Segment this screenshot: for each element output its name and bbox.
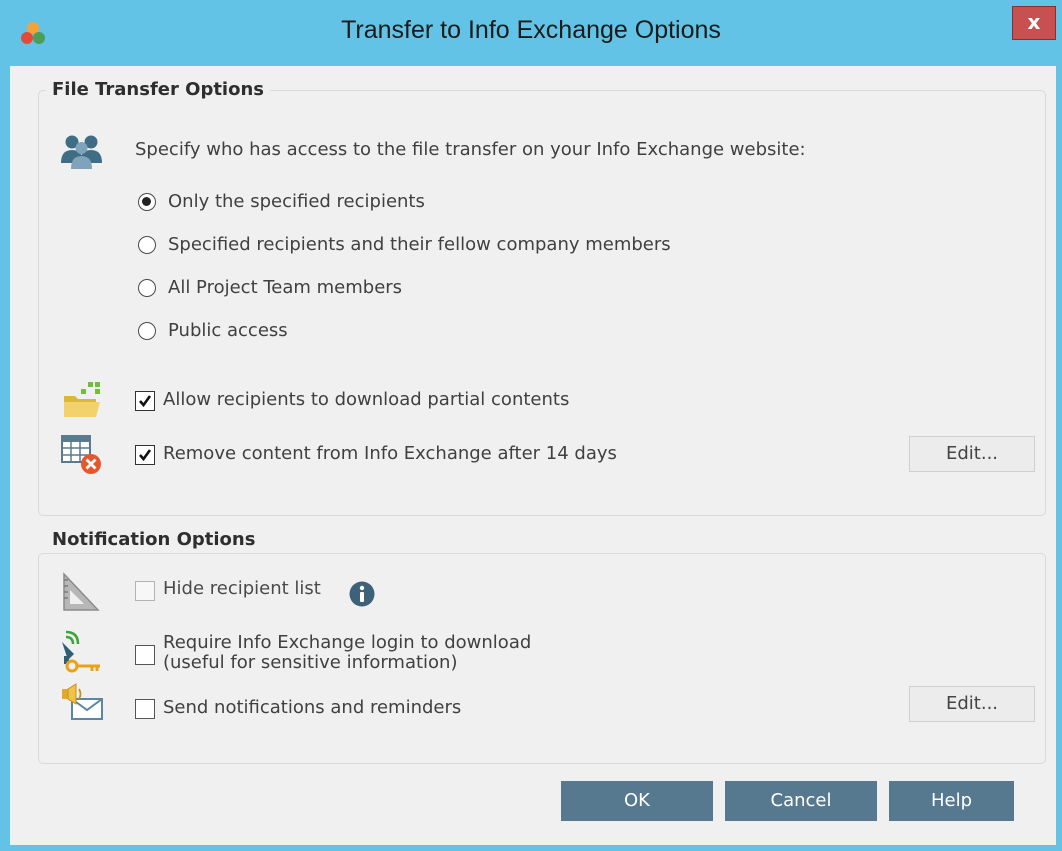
help-button[interactable]: Help: [889, 781, 1014, 821]
require-login-sublabel: (useful for sensitive information): [163, 652, 458, 673]
require-login-checkbox[interactable]: [135, 645, 155, 665]
satellite-key-icon: [62, 630, 100, 673]
radio-label-public-access: Public access: [168, 320, 288, 341]
allow-partial-download-label: Allow recipients to download partial con…: [163, 389, 570, 410]
folder-partial-icon: [64, 382, 100, 417]
hide-recipient-list-label: Hide recipient list: [163, 578, 321, 599]
remove-content-checkbox[interactable]: [135, 445, 155, 465]
send-notifications-checkbox[interactable]: [135, 699, 155, 719]
ok-button[interactable]: OK: [561, 781, 713, 821]
dialog-title: Transfer to Info Exchange Options: [341, 16, 721, 44]
require-login-label: Require Info Exchange login to download: [163, 632, 532, 653]
cancel-button[interactable]: Cancel: [725, 781, 877, 821]
people-icon: [61, 135, 102, 169]
hide-recipient-list-checkbox[interactable]: [135, 581, 155, 601]
radio-label-only-specified-recipients: Only the specified recipients: [168, 191, 425, 212]
speaker-envelope-icon: [62, 683, 103, 720]
send-notifications-label: Send notifications and reminders: [163, 697, 462, 718]
file-transfer-heading: File Transfer Options: [46, 77, 271, 103]
remove-content-label: Remove content from Info Exchange after …: [163, 443, 617, 464]
title-bar: Transfer to Info Exchange Options x: [0, 0, 1062, 66]
radio-label-recipients-and-company: Specified recipients and their fellow co…: [168, 234, 671, 255]
radio-all-project-team[interactable]: [138, 279, 156, 297]
notification-heading: Notification Options: [46, 527, 262, 553]
access-prompt: Specify who has access to the file trans…: [135, 139, 806, 160]
close-button[interactable]: x: [1012, 6, 1056, 40]
radio-recipients-and-company[interactable]: [138, 236, 156, 254]
triangle-ruler-icon: [63, 572, 100, 611]
radio-label-all-project-team: All Project Team members: [168, 277, 403, 298]
radio-only-specified-recipients[interactable]: [138, 193, 156, 211]
edit-retention-button[interactable]: Edit...: [909, 436, 1035, 472]
allow-partial-download-checkbox[interactable]: [135, 391, 155, 411]
edit-notifications-button[interactable]: Edit...: [909, 686, 1035, 722]
calendar-remove-icon: [61, 435, 101, 474]
info-icon[interactable]: [349, 581, 375, 607]
radio-public-access[interactable]: [138, 322, 156, 340]
